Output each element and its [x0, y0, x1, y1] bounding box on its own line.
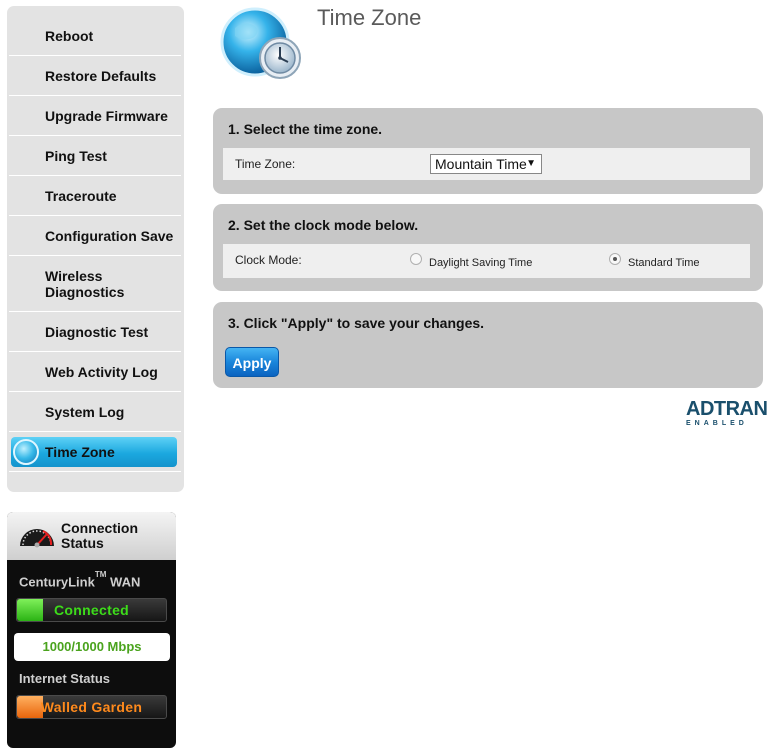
- connection-status-title: Connection Status: [61, 520, 138, 551]
- connection-status-panel: Connection Status CenturyLinkTM WAN Conn…: [7, 512, 176, 748]
- internet-status-text: Walled Garden: [40, 699, 143, 715]
- apply-panel: 3. Click "Apply" to save your changes. A…: [213, 302, 763, 388]
- sidebar-item-ping-test[interactable]: Ping Test: [9, 136, 181, 176]
- sidebar-item-label: Reboot: [45, 27, 94, 44]
- sidebar-item-web-activity-log[interactable]: Web Activity Log: [9, 352, 181, 392]
- time-zone-selected-value: Mountain Time: [435, 156, 527, 172]
- sidebar-item-upgrade-firmware[interactable]: Upgrade Firmware: [9, 96, 181, 136]
- speed-readout: 1000/1000 Mbps: [14, 633, 170, 661]
- sidebar-item-diagnostic-test[interactable]: Diagnostic Test: [9, 312, 181, 352]
- adtran-logo: ADTRAN ENABLED: [686, 398, 768, 429]
- sidebar-item-label: Time Zone: [45, 443, 115, 460]
- sidebar-item-label: Configuration Save: [45, 227, 174, 244]
- clock-mode-label: Clock Mode:: [235, 253, 302, 267]
- time-zone-globe-clock-icon: [220, 7, 301, 79]
- logo-brand-text: ADTRAN: [686, 398, 768, 420]
- sidebar-item-time-zone[interactable]: Time Zone: [9, 432, 181, 472]
- standard-time-radio[interactable]: [609, 253, 621, 265]
- sidebar-item-traceroute[interactable]: Traceroute: [9, 176, 181, 216]
- sidebar-item-configuration-save[interactable]: Configuration Save: [9, 216, 181, 256]
- page-title: Time Zone: [317, 5, 422, 30]
- sidebar-item-label: Web Activity Log: [45, 363, 158, 380]
- sidebar-item-restore-defaults[interactable]: Restore Defaults: [9, 56, 181, 96]
- daylight-saving-label: Daylight Saving Time: [429, 257, 533, 269]
- sidebar-item-label: Wireless Diagnostics: [45, 267, 125, 300]
- globe-icon: [13, 439, 39, 465]
- wan-status-indicator: Connected: [16, 598, 167, 622]
- wan-status-text: Connected: [53, 602, 130, 618]
- wan-label: CenturyLinkTM WAN: [19, 570, 141, 590]
- step1-title: 1. Select the time zone.: [228, 121, 383, 137]
- sidebar-menu: Reboot Restore Defaults Upgrade Firmware…: [7, 6, 184, 492]
- standard-time-label: Standard Time: [628, 257, 700, 269]
- sidebar-item-label: Traceroute: [45, 187, 117, 204]
- sidebar-item-system-log[interactable]: System Log: [9, 392, 181, 432]
- time-zone-label: Time Zone:: [235, 157, 296, 171]
- sidebar-item-reboot[interactable]: Reboot: [9, 16, 181, 56]
- sidebar-item-wireless-diagnostics[interactable]: Wireless Diagnostics: [9, 256, 181, 312]
- clock-mode-row: Clock Mode: Daylight Saving Time Standar…: [223, 244, 750, 278]
- daylight-saving-radio[interactable]: [410, 253, 422, 265]
- sidebar-item-label: Upgrade Firmware: [45, 107, 168, 124]
- logo-subtext: ENABLED: [686, 420, 748, 427]
- step3-title: 3. Click "Apply" to save your changes.: [228, 315, 485, 331]
- internet-status-indicator: Walled Garden: [16, 695, 167, 719]
- time-zone-row: Time Zone: Mountain Time ▼: [223, 148, 750, 180]
- sidebar-item-label: System Log: [45, 403, 125, 420]
- time-zone-select[interactable]: Mountain Time ▼: [430, 154, 542, 174]
- provider-name: CenturyLink: [19, 574, 95, 590]
- sidebar-item-label: Ping Test: [45, 147, 107, 164]
- sidebar-item-label: Diagnostic Test: [45, 323, 149, 340]
- apply-button[interactable]: Apply: [225, 347, 279, 377]
- sidebar-item-label: Restore Defaults: [45, 67, 157, 84]
- step2-title: 2. Set the clock mode below.: [228, 217, 419, 233]
- internet-status-label: Internet Status: [19, 671, 111, 686]
- connection-status-header: Connection Status: [7, 512, 176, 560]
- clock-mode-panel: 2. Set the clock mode below. Clock Mode:…: [213, 204, 763, 291]
- speedometer-icon: [20, 529, 54, 548]
- dropdown-arrow-icon: ▼: [526, 158, 536, 169]
- time-zone-panel: 1. Select the time zone. Time Zone: Moun…: [213, 108, 763, 194]
- trademark-mark: TM: [94, 570, 107, 579]
- wan-text: WAN: [110, 574, 141, 590]
